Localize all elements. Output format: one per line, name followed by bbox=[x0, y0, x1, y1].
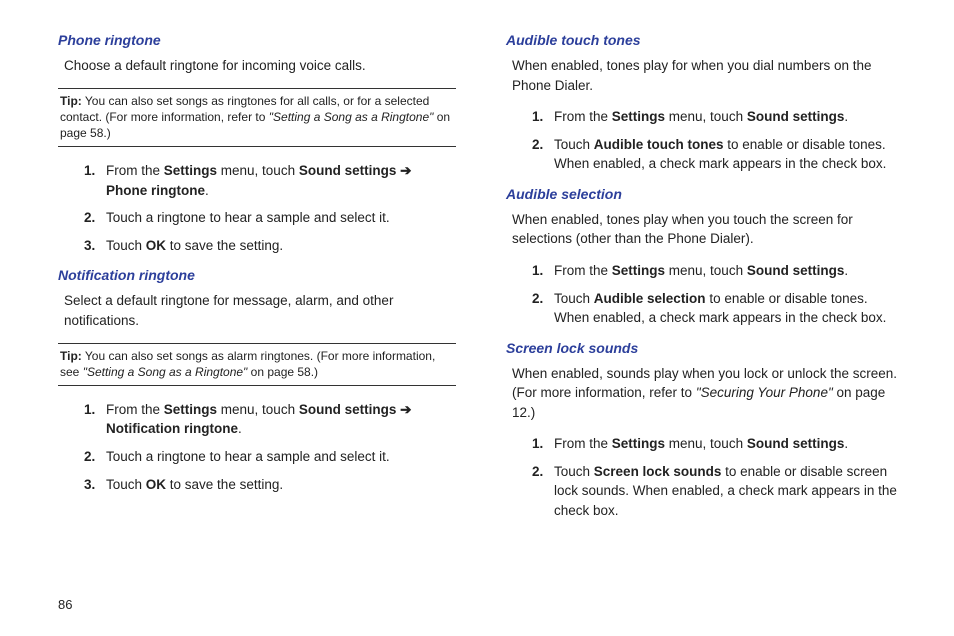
step-text: . bbox=[844, 263, 848, 278]
step-bold: Settings bbox=[612, 109, 665, 124]
step-text: From the bbox=[554, 263, 612, 278]
step-text: . bbox=[238, 421, 242, 436]
step-bold: OK bbox=[146, 477, 166, 492]
step-bold: Sound settings bbox=[747, 263, 845, 278]
para-screen-lock-intro: When enabled, sounds play when you lock … bbox=[512, 364, 904, 423]
step-bold: Settings bbox=[612, 436, 665, 451]
step-num: 1. bbox=[84, 161, 95, 181]
steps-audible-selection: 1. From the Settings menu, touch Sound s… bbox=[532, 261, 904, 328]
step-text: menu, touch bbox=[665, 263, 747, 278]
tip-ref: "Setting a Song as a Ringtone" bbox=[83, 365, 248, 379]
tip-notification-ringtone: Tip: You can also set songs as alarm rin… bbox=[58, 343, 456, 386]
list-item: 2. Touch a ringtone to hear a sample and… bbox=[84, 208, 456, 228]
step-num: 1. bbox=[84, 400, 95, 420]
steps-audible-touch: 1. From the Settings menu, touch Sound s… bbox=[532, 107, 904, 174]
step-text: Touch bbox=[554, 291, 594, 306]
step-text: From the bbox=[554, 436, 612, 451]
step-num: 1. bbox=[532, 434, 543, 454]
list-item: 2. Touch a ringtone to hear a sample and… bbox=[84, 447, 456, 467]
step-bold: Audible selection bbox=[594, 291, 706, 306]
step-bold: Sound settings bbox=[299, 163, 397, 178]
list-item: 2. Touch Audible selection to enable or … bbox=[532, 289, 904, 328]
heading-audible-touch-tones: Audible touch tones bbox=[506, 32, 904, 48]
step-bold: Audible touch tones bbox=[594, 137, 724, 152]
step-text: Touch bbox=[106, 238, 146, 253]
para-phone-ringtone-intro: Choose a default ringtone for incoming v… bbox=[64, 56, 456, 76]
step-text: From the bbox=[106, 402, 164, 417]
step-bold: Notification ringtone bbox=[106, 421, 238, 436]
list-item: 1. From the Settings menu, touch Sound s… bbox=[84, 400, 456, 439]
tip-ref: "Setting a Song as a Ringtone" bbox=[269, 110, 434, 124]
step-text: Touch bbox=[106, 477, 146, 492]
intro-ref: "Securing Your Phone" bbox=[696, 385, 833, 400]
heading-phone-ringtone: Phone ringtone bbox=[58, 32, 456, 48]
page-number: 86 bbox=[58, 597, 72, 612]
step-text: to save the setting. bbox=[166, 477, 283, 492]
list-item: 3. Touch OK to save the setting. bbox=[84, 475, 456, 495]
arrow-icon: ➔ bbox=[396, 163, 411, 178]
step-text: . bbox=[844, 109, 848, 124]
step-num: 2. bbox=[532, 135, 543, 155]
list-item: 1. From the Settings menu, touch Sound s… bbox=[84, 161, 456, 200]
step-text: to save the setting. bbox=[166, 238, 283, 253]
step-text: menu, touch bbox=[665, 109, 747, 124]
list-item: 2. Touch Screen lock sounds to enable or… bbox=[532, 462, 904, 521]
step-bold: Phone ringtone bbox=[106, 183, 205, 198]
step-bold: Screen lock sounds bbox=[594, 464, 722, 479]
list-item: 1. From the Settings menu, touch Sound s… bbox=[532, 434, 904, 454]
steps-phone-ringtone: 1. From the Settings menu, touch Sound s… bbox=[84, 161, 456, 255]
step-bold: Sound settings bbox=[747, 436, 845, 451]
page-body: Phone ringtone Choose a default ringtone… bbox=[0, 0, 954, 553]
step-bold: Settings bbox=[612, 263, 665, 278]
step-num: 2. bbox=[532, 462, 543, 482]
step-text: From the bbox=[106, 163, 164, 178]
step-num: 1. bbox=[532, 261, 543, 281]
step-num: 2. bbox=[532, 289, 543, 309]
step-bold: Settings bbox=[164, 163, 217, 178]
tip-label: Tip: bbox=[60, 349, 82, 363]
arrow-icon: ➔ bbox=[396, 402, 411, 417]
step-text: Touch bbox=[554, 137, 594, 152]
step-num: 2. bbox=[84, 208, 95, 228]
step-num: 1. bbox=[532, 107, 543, 127]
heading-screen-lock-sounds: Screen lock sounds bbox=[506, 340, 904, 356]
step-bold: Settings bbox=[164, 402, 217, 417]
list-item: 1. From the Settings menu, touch Sound s… bbox=[532, 261, 904, 281]
step-num: 3. bbox=[84, 236, 95, 256]
step-bold: Sound settings bbox=[747, 109, 845, 124]
step-text: menu, touch bbox=[217, 402, 299, 417]
step-text: . bbox=[844, 436, 848, 451]
tip-phone-ringtone: Tip: You can also set songs as ringtones… bbox=[58, 88, 456, 148]
para-notification-intro: Select a default ringtone for message, a… bbox=[64, 291, 456, 330]
list-item: 3. Touch OK to save the setting. bbox=[84, 236, 456, 256]
step-bold: OK bbox=[146, 238, 166, 253]
list-item: 1. From the Settings menu, touch Sound s… bbox=[532, 107, 904, 127]
left-column: Phone ringtone Choose a default ringtone… bbox=[58, 30, 456, 533]
step-text: Touch bbox=[554, 464, 594, 479]
step-num: 2. bbox=[84, 447, 95, 467]
para-audible-touch-intro: When enabled, tones play for when you di… bbox=[512, 56, 904, 95]
step-text: Touch a ringtone to hear a sample and se… bbox=[106, 210, 390, 225]
step-text: menu, touch bbox=[217, 163, 299, 178]
tip-text-2: on page 58.) bbox=[247, 365, 318, 379]
right-column: Audible touch tones When enabled, tones … bbox=[506, 30, 904, 533]
step-bold: Sound settings bbox=[299, 402, 397, 417]
step-text: Touch a ringtone to hear a sample and se… bbox=[106, 449, 390, 464]
step-text: From the bbox=[554, 109, 612, 124]
heading-audible-selection: Audible selection bbox=[506, 186, 904, 202]
step-num: 3. bbox=[84, 475, 95, 495]
steps-screen-lock: 1. From the Settings menu, touch Sound s… bbox=[532, 434, 904, 520]
list-item: 2. Touch Audible touch tones to enable o… bbox=[532, 135, 904, 174]
heading-notification-ringtone: Notification ringtone bbox=[58, 267, 456, 283]
para-audible-selection-intro: When enabled, tones play when you touch … bbox=[512, 210, 904, 249]
step-text: . bbox=[205, 183, 209, 198]
steps-notification-ringtone: 1. From the Settings menu, touch Sound s… bbox=[84, 400, 456, 494]
tip-label: Tip: bbox=[60, 94, 82, 108]
step-text: menu, touch bbox=[665, 436, 747, 451]
